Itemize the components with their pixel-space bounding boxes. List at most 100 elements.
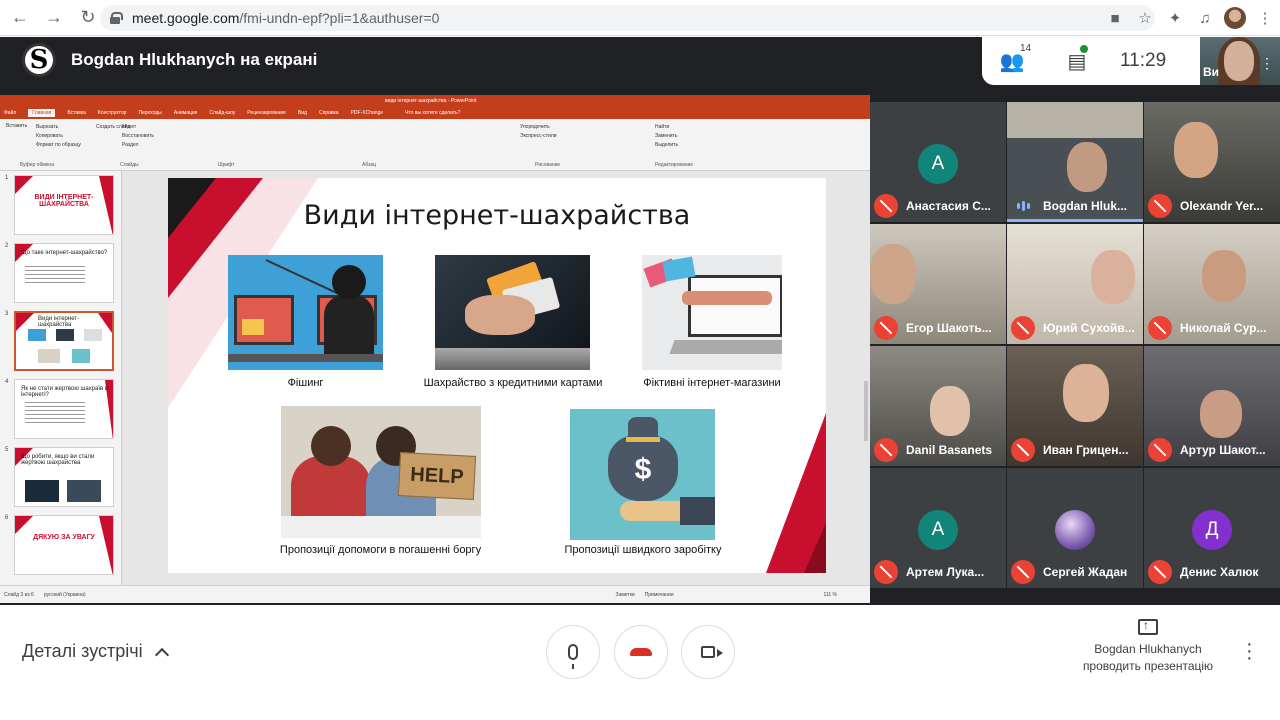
ppt-menu-tab[interactable]: Рецензирование	[247, 110, 286, 116]
slide-thumbnail-2[interactable]: Що таке інтернет-шахрайство?	[14, 243, 114, 303]
participant-tile[interactable]: Артур Шакот...	[1144, 346, 1280, 466]
participant-tile[interactable]: Николай Сур...	[1144, 224, 1280, 344]
slide-thumbnail-1[interactable]: ВИДИ ІНТЕРНЕТ-ШАХРАЙСТВА	[14, 175, 114, 235]
participant-name: Егор Шакоть...	[906, 321, 992, 335]
participant-tile[interactable]: Д Денис Халюк	[1144, 468, 1280, 588]
participant-tile[interactable]: Сергей Жадан	[1007, 468, 1143, 588]
participant-tile[interactable]: А Анастасия С...	[870, 102, 1006, 222]
status-comments-button[interactable]: Примечания	[645, 592, 674, 598]
mic-off-icon	[1148, 194, 1172, 218]
participant-face	[1174, 122, 1218, 178]
ribbon-paste[interactable]: Вставить	[6, 123, 27, 129]
back-icon[interactable]: ←	[6, 4, 34, 32]
caption-phishing: Фішинг	[287, 377, 324, 389]
ribbon-select[interactable]: Выделить	[655, 141, 678, 150]
ppt-menu-tab[interactable]: Анимация	[174, 110, 197, 116]
mic-off-icon	[1148, 438, 1172, 462]
ribbon-quick-styles[interactable]: Экспресс-стили	[520, 132, 557, 141]
ribbon-layout[interactable]: Макет	[122, 123, 154, 132]
self-view-tile[interactable]: Ви ⋮	[1200, 37, 1280, 85]
extensions-icon[interactable]: ✦	[1160, 9, 1190, 27]
ribbon-paste-label: Вставить	[6, 123, 28, 129]
ribbon-cut[interactable]: Вырезать	[36, 123, 81, 132]
help-sign-text: HELP	[397, 452, 477, 500]
ppt-menu-tab[interactable]: Файл	[4, 110, 16, 116]
forward-icon[interactable]: →	[40, 4, 68, 32]
participant-tile[interactable]: Danil Basanets	[870, 346, 1006, 466]
ppt-menu-tab[interactable]: Справка	[319, 110, 339, 116]
browser-menu-icon[interactable]: ⋮	[1250, 9, 1280, 27]
media-control-icon[interactable]: ♫	[1190, 10, 1220, 27]
microphone-button[interactable]	[546, 625, 600, 679]
ppt-menu-tab[interactable]: Конструктор	[98, 110, 127, 116]
ppt-menu-tab[interactable]: Что вы хотите сделать?	[405, 110, 460, 116]
ppt-menu-tab[interactable]: Вставка	[67, 110, 86, 116]
meeting-details-button[interactable]: Деталі зустрічі	[22, 641, 169, 662]
ppt-menu-tab[interactable]: PDF-XChange	[351, 110, 384, 116]
address-bar[interactable]: meet.google.com/fmi-undn-epf?pli=1&authu…	[100, 5, 1155, 31]
status-zoom[interactable]: 111 %	[824, 592, 837, 598]
people-count: 14	[1020, 42, 1032, 54]
slide-thumbnail-4[interactable]: Як не стати жертвою шахраїв в інтернеті?	[14, 379, 114, 439]
presentation-status[interactable]: Bogdan Hlukhanych проводить презентацію	[1070, 617, 1226, 675]
slide-title: Види інтернет-шахрайства	[303, 200, 691, 231]
ribbon-find[interactable]: Найти	[655, 123, 678, 132]
slide-thumbnail-5[interactable]: Що робити, якщо ви стали жертвою шахрайс…	[14, 447, 114, 507]
participant-face	[1067, 142, 1107, 192]
meeting-clock: 11:29	[1120, 50, 1167, 71]
self-more-icon[interactable]: ⋮	[1260, 55, 1274, 72]
participant-tile[interactable]: Olexandr Yer...	[1144, 102, 1280, 222]
participant-tile[interactable]: Иван Грицен...	[1007, 346, 1143, 466]
presenting-name: Bogdan Hlukhanych	[1094, 642, 1202, 656]
status-language: русский (Украина)	[43, 591, 86, 598]
slide-scrollbar[interactable]	[864, 381, 868, 441]
participant-tile[interactable]: Егор Шакоть...	[870, 224, 1006, 344]
ppt-menu-tab[interactable]: Переходы	[138, 110, 161, 116]
camera-permission-icon[interactable]: ■	[1100, 10, 1130, 27]
more-options-icon[interactable]: · · ·	[1246, 634, 1253, 668]
participant-label: Денис Халюк	[1148, 560, 1259, 584]
participant-tile[interactable]: Юрий Сухойв...	[1007, 224, 1143, 344]
ribbon-section[interactable]: Раздел	[122, 141, 154, 150]
ribbon-group-drawing: Рисование	[535, 162, 561, 168]
bookmark-star-icon[interactable]: ☆	[1130, 9, 1160, 27]
ppt-menu-tab[interactable]: Слайд-шоу	[209, 110, 235, 116]
ppt-menu-tab[interactable]: Вид	[298, 110, 307, 116]
ribbon-reset[interactable]: Восстановить	[122, 132, 154, 141]
thumb-title: Що робити, якщо ви стали жертвою шахрайс…	[21, 454, 95, 466]
ribbon-group-font: Шрифт	[218, 162, 235, 168]
ribbon-replace[interactable]: Заменить	[655, 132, 678, 141]
people-button[interactable]: 👥 14	[982, 43, 1042, 74]
ppt-menu-tabs: Файл Главная Вставка Конструктор Переходы Ани…	[0, 107, 870, 119]
ribbon-arrange[interactable]: Упорядочить	[520, 123, 557, 132]
ppt-menu-tab[interactable]: Главная	[28, 109, 56, 117]
ribbon-editing-items: Найти Заменить Выделить	[655, 123, 678, 150]
profile-avatar[interactable]	[1220, 7, 1250, 29]
participant-label: Иван Грицен...	[1011, 438, 1128, 462]
participant-tile[interactable]: Bogdan Hluk...	[1007, 102, 1143, 222]
participant-tile[interactable]: А Артем Лука...	[870, 468, 1006, 588]
participant-name: Юрий Сухойв...	[1043, 321, 1135, 335]
ppt-statusbar: Слайд 3 из 6 русский (Украина) Заметки П…	[0, 585, 870, 603]
slide-canvas: Види інтернет-шахрайства Фішинг Шахрайст…	[168, 178, 826, 573]
participant-label: Olexandr Yer...	[1148, 194, 1263, 218]
fake-shops-image	[642, 255, 782, 370]
ppt-ribbon: Вставить Вырезать Копировать Формат по о…	[0, 119, 870, 171]
url-path: /fmi-undn-epf?pli=1&authuser=0	[239, 10, 440, 26]
mic-off-icon	[1148, 316, 1172, 340]
camera-icon	[701, 646, 715, 658]
mic-off-icon	[1011, 560, 1035, 584]
presenting-text: проводить презентацію	[1082, 659, 1214, 673]
ribbon-copy[interactable]: Копировать	[36, 132, 81, 141]
camera-button[interactable]	[681, 625, 735, 679]
ribbon-clipboard-items: Вырезать Копировать Формат по образцу	[36, 123, 81, 150]
leave-call-button[interactable]	[614, 625, 668, 679]
slide-thumbnail-6[interactable]: ДЯКУЮ ЗА УВАГУ	[14, 515, 114, 575]
slide-thumbnail-3[interactable]: Види інтернет-шахрайства	[14, 311, 114, 371]
status-notes-button[interactable]: Заметки	[616, 592, 635, 598]
ribbon-format-painter[interactable]: Формат по образцу	[36, 141, 81, 150]
reload-icon[interactable]: ↻	[74, 4, 102, 32]
participant-name: Bogdan Hluk...	[1043, 199, 1127, 213]
presenter-banner-text: Bogdan Hlukhanych на екрані	[71, 50, 318, 69]
chat-button[interactable]: ▤	[1042, 44, 1112, 74]
